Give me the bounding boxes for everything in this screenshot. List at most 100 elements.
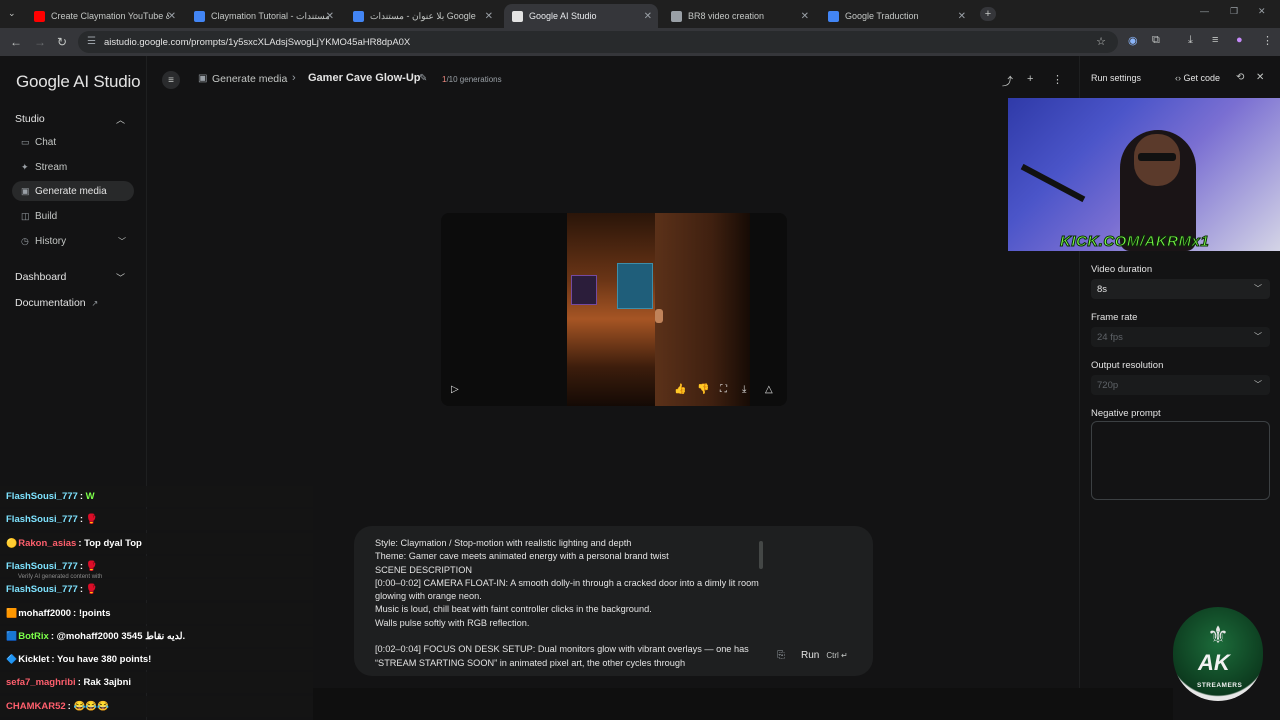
prompt-input[interactable]: Style: Claymation / Stop-motion with rea… (354, 526, 873, 676)
prompt-scrollbar[interactable] (759, 541, 763, 569)
code-icon: ‹› (1175, 73, 1181, 83)
section-label: Studio (15, 113, 45, 125)
window-close-icon[interactable]: ✕ (1258, 6, 1266, 17)
run-shortcut: Ctrl ↵ (826, 650, 848, 660)
select-value: 8s (1097, 283, 1108, 295)
browser-tab[interactable]: Create Claymation YouTube & ✕ (26, 4, 182, 28)
get-code-button[interactable]: ‹› Get code (1175, 73, 1220, 83)
thumbs-up-icon[interactable]: 👍 (674, 384, 686, 395)
minimize-icon[interactable]: — (1200, 6, 1209, 16)
sidebar-item-chat[interactable]: ▭ Chat (12, 132, 134, 152)
chat-message: 🟡 Rakon_asias: Top dyal Top (0, 532, 313, 554)
chat-message: 🔷 Kicklet: You have 380 points! (0, 649, 313, 671)
sidebar-item-label: Chat (35, 136, 57, 148)
share-icon[interactable]: ⤴ (1002, 73, 1013, 89)
back-icon[interactable]: ← (10, 35, 22, 49)
chat-username: Kicklet (18, 654, 50, 666)
sidebar-item-generate-media[interactable]: ▣ Generate media (12, 181, 134, 201)
frame-rate-select[interactable]: 24 fps ﹀ (1091, 327, 1270, 347)
profile-avatar-icon[interactable]: ● (1236, 34, 1243, 46)
chat-message: FlashSousi_777: 🥊 (0, 579, 313, 601)
tab-close-icon[interactable]: ✕ (958, 11, 966, 22)
browser-tab[interactable]: BR8 video creation ✕ (663, 4, 815, 28)
tab-close-icon[interactable]: ✕ (326, 11, 334, 22)
logo-sub-text: STREAMERS (1197, 682, 1243, 689)
reading-list-icon[interactable]: ≡ (1212, 34, 1218, 46)
play-icon[interactable]: ▷ (451, 384, 459, 395)
generated-video[interactable]: ▷ 👍 👎 ⛶ ⤓ △ (441, 213, 787, 406)
page-title: Gamer Cave Glow-Up (308, 72, 421, 84)
browser-menu-icon[interactable]: ⋮ (1262, 34, 1273, 47)
stream-icon: ✦ (21, 161, 29, 172)
edit-title-icon[interactable]: ✎ (419, 73, 427, 84)
extensions-icon[interactable]: ⧉ (1152, 34, 1160, 47)
negative-prompt-input[interactable] (1091, 421, 1270, 500)
attach-file-icon[interactable]: ⎘ (777, 650, 785, 661)
tab-close-icon[interactable]: ✕ (168, 11, 176, 22)
video-duration-select[interactable]: 8s ﹀ (1091, 279, 1270, 299)
media-icon: ▣ (198, 73, 208, 84)
chat-message: FlashSousi_777: W (0, 486, 313, 507)
browser-tab-bar: ⌄ Create Claymation YouTube & ✕ Claymation… (0, 0, 1280, 28)
logo-main-text: AK (1198, 650, 1230, 675)
maximize-icon[interactable]: ❐ (1230, 6, 1238, 17)
thumbs-down-icon[interactable]: 👎 (697, 384, 709, 395)
more-options-icon[interactable]: ⋮ (1052, 73, 1063, 86)
sidebar-link-documentation[interactable]: Documentation ↗ (15, 297, 98, 309)
chevron-right-icon: › (292, 72, 296, 84)
chat-username: FlashSousi_777 (6, 491, 78, 502)
reload-icon[interactable]: ↻ (57, 35, 67, 49)
tab-search-icon[interactable]: ⌄ (8, 8, 16, 19)
tab-close-icon[interactable]: ✕ (644, 11, 652, 22)
sidebar-item-history[interactable]: ◷ History ﹀ (12, 231, 134, 251)
video-frame-monitor (571, 275, 597, 305)
video-frame-monitor (617, 263, 653, 309)
toggle-sidebar-button[interactable]: ≡ (162, 71, 180, 89)
browser-tab[interactable]: بلا عنوان - مستندات Google ✕ (345, 4, 499, 28)
tab-close-icon[interactable]: ✕ (485, 11, 493, 22)
run-label: Run (801, 649, 820, 661)
chat-message: FlashSousi_777: 🥊 (0, 509, 313, 531)
stream-channel-label: KICK.COM/AKRMx1 (1059, 233, 1210, 251)
chevron-up-icon: ︿ (116, 115, 126, 125)
prompt-text[interactable]: Style: Claymation / Stop-motion with rea… (375, 537, 765, 673)
site-info-icon[interactable]: ☰ (87, 36, 96, 47)
address-bar[interactable]: ☰ aistudio.google.com/prompts/1y5sxcXLAd… (78, 31, 1118, 53)
forward-icon[interactable]: → (34, 35, 46, 49)
chat-message: sefa7_maghribi: Rak 3ajbni (0, 672, 313, 694)
chat-message: 🟧 mohaff2000: !points (0, 602, 313, 624)
drive-icon[interactable]: △ (765, 384, 773, 395)
chat-badge-icon: 🔷 (6, 654, 18, 665)
sidebar-item-stream[interactable]: ✦ Stream (12, 157, 134, 177)
sidebar-section-dashboard[interactable]: Dashboard ﹀ (15, 271, 125, 283)
bookmark-star-icon[interactable]: ☆ (1096, 35, 1106, 48)
output-resolution-select[interactable]: 720p ﹀ (1091, 375, 1270, 395)
chevron-down-icon: ﹀ (1254, 380, 1262, 389)
chevron-down-icon: ﹀ (118, 236, 126, 246)
external-link-icon: ↗ (91, 299, 99, 308)
browser-tab[interactable]: Claymation Tutorial - مستندات ✕ (186, 4, 340, 28)
sidebar-section-studio[interactable]: Studio ︿ (15, 113, 125, 125)
tab-label: بلا عنوان - مستندات Google (370, 10, 476, 21)
sidebar-item-build[interactable]: ◫ Build (12, 206, 134, 226)
run-button[interactable]: Run Ctrl ↵ (792, 644, 858, 666)
add-icon[interactable]: + (1027, 73, 1033, 85)
new-tab-button[interactable]: + (980, 7, 996, 21)
browser-tab[interactable]: Google Traduction ✕ (820, 4, 972, 28)
select-value: 24 fps (1097, 331, 1123, 343)
fullscreen-icon[interactable]: ⛶ (720, 384, 727, 395)
chat-text: W (82, 491, 95, 502)
brand-logo[interactable]: Google AI Studio (16, 72, 141, 92)
download-icon[interactable]: ⤓ (1188, 34, 1193, 47)
tab-close-icon[interactable]: ✕ (801, 11, 809, 22)
profile-extension-icon[interactable]: ◉ (1128, 34, 1138, 47)
browser-tab[interactable]: Google AI Studio ✕ (504, 4, 658, 28)
section-label: Dashboard (15, 271, 67, 283)
close-panel-icon[interactable]: ✕ (1256, 72, 1264, 83)
download-icon[interactable]: ⤓ (742, 384, 746, 395)
output-resolution-label: Output resolution (1091, 360, 1164, 371)
sidebar-item-label: Stream (35, 161, 68, 173)
reset-icon[interactable]: ⟲ (1236, 72, 1244, 83)
breadcrumb-generate-media[interactable]: Generate media (212, 73, 287, 85)
video-duration-label: Video duration (1091, 264, 1153, 275)
